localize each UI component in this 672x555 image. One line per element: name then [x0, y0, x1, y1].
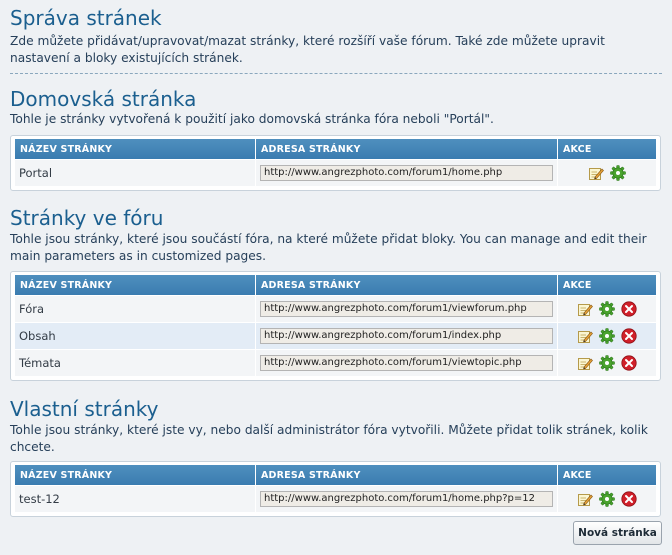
custom-pages-panel: NÁZEV STRÁNKY ADRESA STRÁNKY AKCE test-1…: [10, 461, 661, 517]
table-row: Témata http://www.angrezphoto.com/forum1…: [15, 349, 656, 376]
edit-icon[interactable]: [577, 328, 593, 344]
custom-section-desc: Tohle jsou stránky, které jste vy, nebo …: [10, 423, 648, 454]
col-actions-header: AKCE: [557, 465, 656, 485]
page-address-field[interactable]: http://www.angrezphoto.com/forum1/home.p…: [260, 491, 553, 507]
col-address-header: ADRESA STRÁNKY: [255, 465, 557, 485]
delete-icon[interactable]: [621, 491, 637, 507]
gear-icon[interactable]: [599, 328, 615, 344]
col-name-header: NÁZEV STRÁNKY: [15, 275, 255, 295]
gear-icon[interactable]: [610, 165, 626, 181]
page-title: Správa stránek: [10, 6, 162, 30]
forum-pages-panel: NÁZEV STRÁNKY ADRESA STRÁNKY AKCE Fóra h…: [10, 271, 661, 381]
page-root: Správa stránek Zde můžete přidávat/uprav…: [0, 0, 672, 555]
home-pages-table: NÁZEV STRÁNKY ADRESA STRÁNKY AKCE Portal…: [15, 139, 656, 186]
edit-icon[interactable]: [577, 355, 593, 371]
home-section-desc: Tohle je stránky vytvořená k použití jak…: [10, 112, 494, 126]
col-name-header: NÁZEV STRÁNKY: [15, 139, 255, 159]
delete-icon[interactable]: [621, 301, 637, 317]
page-name: Portal: [15, 159, 255, 186]
forum-pages-table: NÁZEV STRÁNKY ADRESA STRÁNKY AKCE Fóra h…: [15, 275, 656, 376]
col-address-header: ADRESA STRÁNKY: [255, 139, 557, 159]
col-address-header: ADRESA STRÁNKY: [255, 275, 557, 295]
page-address-field[interactable]: http://www.angrezphoto.com/forum1/home.p…: [260, 165, 553, 181]
gear-icon[interactable]: [599, 301, 615, 317]
table-row: test-12 http://www.angrezphoto.com/forum…: [15, 485, 656, 512]
table-row: Portal http://www.angrezphoto.com/forum1…: [15, 159, 656, 186]
col-actions-header: AKCE: [557, 275, 656, 295]
delete-icon[interactable]: [621, 328, 637, 344]
page-address-field[interactable]: http://www.angrezphoto.com/forum1/viewfo…: [260, 301, 553, 317]
table-row: Fóra http://www.angrezphoto.com/forum1/v…: [15, 295, 656, 322]
page-intro: Zde můžete přidávat/upravovat/mazat strá…: [10, 34, 605, 65]
page-address-field[interactable]: http://www.angrezphoto.com/forum1/index.…: [260, 328, 553, 344]
divider: [10, 73, 662, 74]
edit-icon[interactable]: [577, 301, 593, 317]
page-name: Témata: [15, 349, 255, 376]
col-actions-header: AKCE: [557, 139, 656, 159]
page-name: test-12: [15, 485, 255, 512]
page-name: Fóra: [15, 295, 255, 322]
custom-section-title: Vlastní stránky: [10, 397, 159, 421]
delete-icon[interactable]: [621, 355, 637, 371]
gear-icon[interactable]: [599, 355, 615, 371]
table-row: Obsah http://www.angrezphoto.com/forum1/…: [15, 322, 656, 349]
custom-pages-table: NÁZEV STRÁNKY ADRESA STRÁNKY AKCE test-1…: [15, 465, 656, 512]
forum-section-title: Stránky ve fóru: [10, 206, 164, 230]
edit-icon[interactable]: [588, 165, 604, 181]
edit-icon[interactable]: [577, 491, 593, 507]
new-page-button[interactable]: Nová stránka: [573, 521, 662, 545]
gear-icon[interactable]: [599, 491, 615, 507]
home-pages-panel: NÁZEV STRÁNKY ADRESA STRÁNKY AKCE Portal…: [10, 135, 661, 191]
forum-section-desc: Tohle jsou stránky, které jsou součástí …: [10, 232, 647, 263]
home-section-title: Domovská stránka: [10, 87, 197, 111]
col-name-header: NÁZEV STRÁNKY: [15, 465, 255, 485]
page-address-field[interactable]: http://www.angrezphoto.com/forum1/viewto…: [260, 355, 553, 371]
page-name: Obsah: [15, 322, 255, 349]
